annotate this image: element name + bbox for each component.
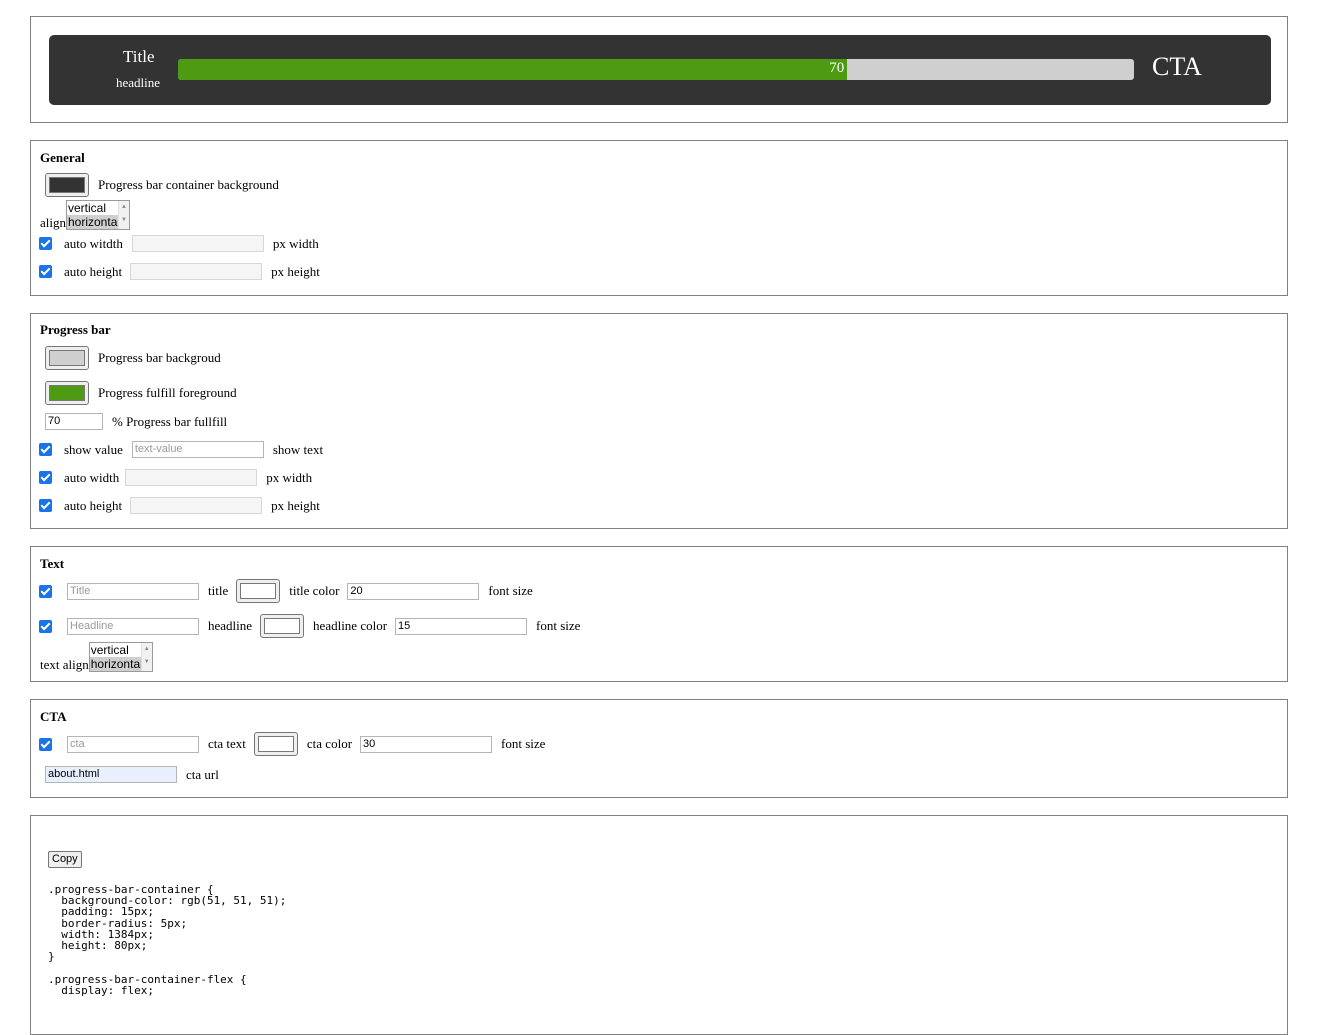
cta-color-label: cta color (306, 736, 353, 751)
progress-bar-container: Title headline 70 CTA (49, 35, 1271, 105)
output-panel: Copy .progress-bar-container { backgroun… (30, 815, 1288, 1035)
align-label: align (40, 215, 66, 230)
headline-color-label: headline color (313, 618, 388, 633)
cta-url-input[interactable]: about.html (45, 766, 177, 783)
title-input[interactable]: Title (67, 582, 199, 600)
title-color-picker[interactable] (236, 579, 281, 603)
cta-font-size-input[interactable]: 30 (360, 735, 493, 753)
show-value-checkbox[interactable] (39, 443, 52, 456)
show-value-label: show value (64, 441, 123, 457)
cta-legend: CTA (40, 709, 67, 724)
title-label: title (208, 583, 229, 598)
progress-fg-color-picker[interactable] (45, 381, 89, 405)
cta-color-picker[interactable] (253, 732, 298, 756)
progress-auto-height-label: auto height (64, 497, 123, 513)
cta-text-input[interactable]: cta (67, 735, 199, 753)
cta-url-label: cta url (186, 766, 219, 782)
container-bg-color-picker[interactable] (45, 173, 89, 197)
copy-button[interactable]: Copy (48, 851, 82, 868)
cta-panel: CTA cta cta text cta color 30 font size … (30, 699, 1288, 798)
progress-px-width-label: px width (266, 469, 313, 485)
progress-bar-panel: Progress bar Progress bar backgroud Prog… (30, 313, 1288, 529)
text-value-input[interactable]: text-value (131, 441, 264, 458)
headline-color-picker[interactable] (260, 614, 305, 638)
auto-width-label: auto witdth (64, 235, 123, 251)
show-text-label: show text (272, 441, 324, 457)
progress-bg-color-picker[interactable] (45, 346, 89, 370)
progress-value: 70 (829, 60, 845, 76)
fullfill-percent-input[interactable]: 70 (45, 413, 103, 430)
container-width-input[interactable] (131, 235, 264, 252)
text-align-listbox[interactable]: vertical horizontal ▲ ▼ (88, 642, 153, 672)
align-listbox[interactable]: vertical horizontal ▲ ▼ (66, 200, 130, 230)
title-font-size-input[interactable]: 20 (347, 582, 480, 600)
progress-width-input[interactable] (125, 469, 258, 486)
headline-font-size-input[interactable]: 15 (395, 617, 528, 635)
progress-auto-height-checkbox[interactable] (39, 499, 52, 512)
listbox-scrollbar[interactable]: ▲ ▼ (118, 201, 129, 229)
title-checkbox[interactable] (39, 584, 52, 598)
title-font-size-label: font size (488, 583, 533, 598)
cta-text-label: cta text (208, 736, 246, 751)
progress-auto-width-checkbox[interactable] (39, 471, 52, 484)
auto-height-label: auto height (64, 263, 123, 279)
auto-height-checkbox[interactable] (39, 265, 52, 278)
cta-font-size-label: font size (501, 736, 546, 751)
progress-legend: Progress bar (40, 322, 111, 337)
progress-auto-width-label: auto width (64, 469, 120, 485)
progress-height-input[interactable] (130, 497, 263, 514)
px-height-label: px height (271, 263, 320, 279)
text-panel: Text Title title title color 20 font siz… (30, 546, 1288, 682)
generated-css-code: .progress-bar-container { background-col… (48, 883, 287, 997)
preview-panel: Title headline 70 CTA (30, 16, 1288, 123)
text-align-label: text align (40, 657, 89, 672)
preview-cta-link[interactable]: CTA (1152, 52, 1202, 82)
headline-font-size-label: font size (536, 618, 581, 633)
progress-fg-label: Progress fulfill foreground (98, 385, 237, 400)
listbox-scrollbar[interactable]: ▲ ▼ (140, 643, 152, 671)
general-panel: General Progress bar container backgroun… (30, 140, 1288, 296)
progress-bg-label: Progress bar backgroud (98, 350, 221, 365)
px-width-label: px width (272, 235, 319, 251)
progress-px-height-label: px height (271, 497, 320, 513)
container-bg-label: Progress bar container background (98, 177, 279, 192)
title-color-label: title color (289, 583, 340, 598)
headline-checkbox[interactable] (39, 619, 52, 633)
container-height-input[interactable] (130, 263, 263, 280)
progress-bar-fill: 70 (178, 59, 848, 80)
auto-width-checkbox[interactable] (39, 237, 52, 250)
preview-headline: headline (116, 75, 161, 90)
headline-input[interactable]: Headline (67, 617, 199, 635)
headline-label: headline (208, 618, 253, 633)
text-legend: Text (40, 556, 65, 571)
preview-title: Title (123, 47, 155, 66)
fullfill-label: % Progress bar fullfill (112, 413, 228, 429)
progress-bar-track: 70 (178, 59, 1134, 80)
general-legend: General (40, 150, 85, 165)
cta-checkbox[interactable] (39, 737, 52, 751)
